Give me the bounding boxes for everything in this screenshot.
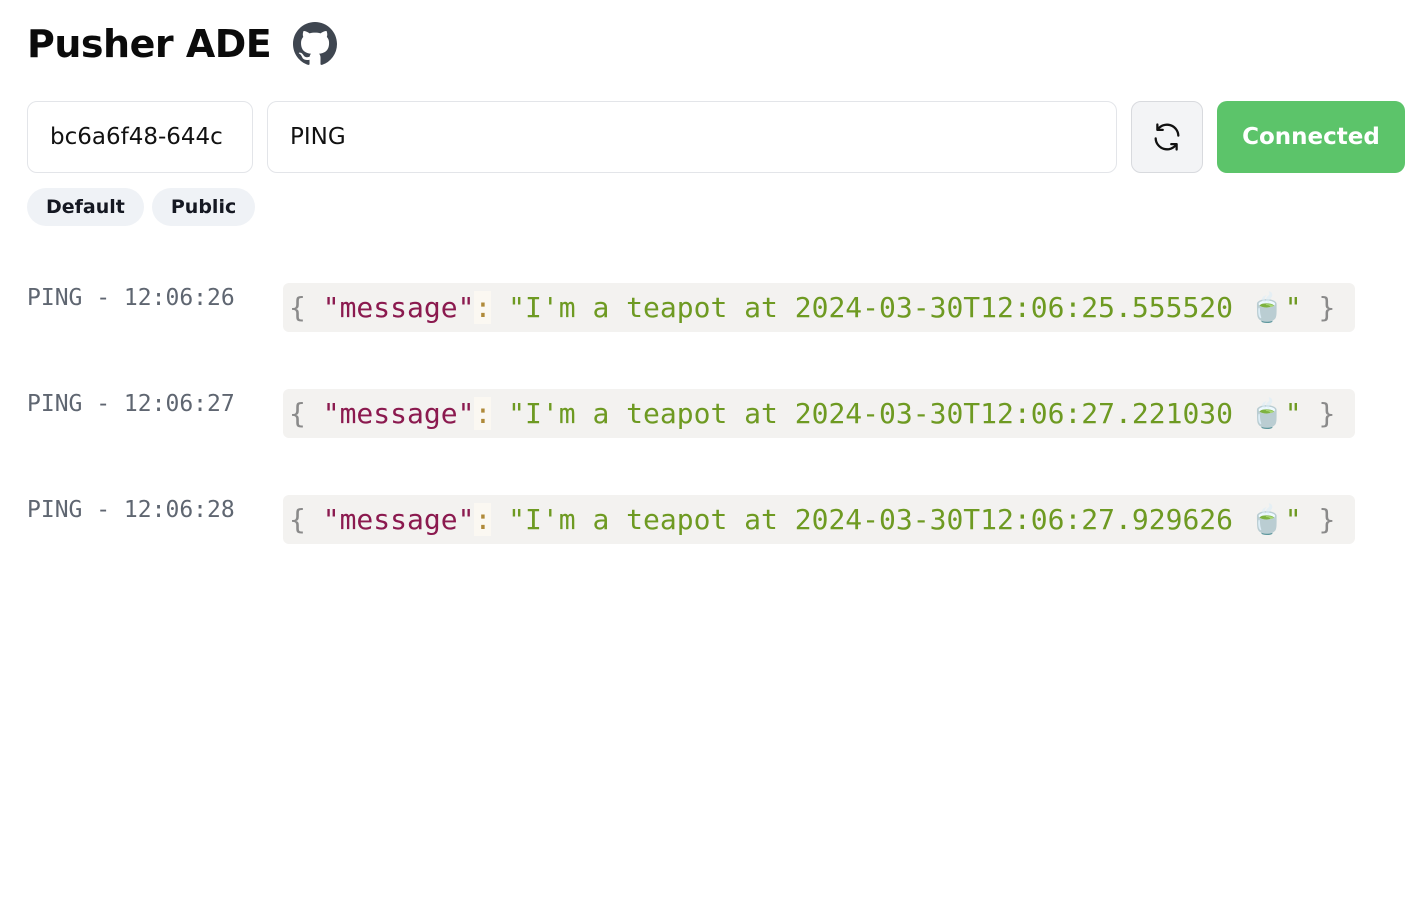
event-payload: { "message": "I'm a teapot at 2024-03-30… bbox=[283, 283, 1355, 332]
tag-public[interactable]: Public bbox=[151, 188, 256, 226]
event-row: PING - 12:06:28 { "message": "I'm a teap… bbox=[27, 495, 1367, 544]
json-value: "I'm a teapot at 2024-03-30T12:06:25.555… bbox=[508, 291, 1302, 324]
event-label: PING - 12:06:27 bbox=[27, 391, 235, 417]
connect-button[interactable]: Connected bbox=[1217, 101, 1405, 173]
event-label: PING - 12:06:28 bbox=[27, 497, 235, 523]
refresh-button[interactable] bbox=[1131, 101, 1203, 173]
app-key-input[interactable] bbox=[27, 101, 253, 173]
header: Pusher ADE bbox=[27, 18, 338, 70]
controls-bar: Connected bbox=[27, 101, 1405, 173]
json-brace-open: { bbox=[289, 397, 306, 430]
json-brace-close: } bbox=[1318, 397, 1336, 430]
event-row: PING - 12:06:26 { "message": "I'm a teap… bbox=[27, 283, 1367, 332]
json-colon: : bbox=[474, 503, 492, 536]
json-colon: : bbox=[474, 397, 492, 430]
json-value: "I'm a teapot at 2024-03-30T12:06:27.929… bbox=[508, 503, 1302, 536]
channel-tags: Default Public bbox=[27, 188, 256, 226]
page-title: Pusher ADE bbox=[27, 22, 272, 66]
json-brace-close: } bbox=[1318, 291, 1336, 324]
json-brace-close: } bbox=[1318, 503, 1336, 536]
json-key: "message" bbox=[322, 397, 475, 430]
event-payload: { "message": "I'm a teapot at 2024-03-30… bbox=[283, 495, 1355, 544]
json-colon: : bbox=[474, 291, 492, 324]
json-key: "message" bbox=[322, 291, 475, 324]
event-row: PING - 12:06:27 { "message": "I'm a teap… bbox=[27, 389, 1367, 438]
app-root: Pusher ADE Connected Default Public PING… bbox=[0, 0, 1428, 908]
event-log: PING - 12:06:26 { "message": "I'm a teap… bbox=[27, 283, 1367, 601]
event-name-input[interactable] bbox=[267, 101, 1117, 173]
json-brace-open: { bbox=[289, 291, 306, 324]
github-icon[interactable] bbox=[293, 22, 338, 66]
json-value: "I'm a teapot at 2024-03-30T12:06:27.221… bbox=[508, 397, 1302, 430]
json-brace-open: { bbox=[289, 503, 306, 536]
refresh-icon bbox=[1154, 123, 1180, 151]
json-key: "message" bbox=[322, 503, 475, 536]
event-payload: { "message": "I'm a teapot at 2024-03-30… bbox=[283, 389, 1355, 438]
tag-default[interactable]: Default bbox=[27, 188, 144, 226]
event-label: PING - 12:06:26 bbox=[27, 285, 235, 311]
